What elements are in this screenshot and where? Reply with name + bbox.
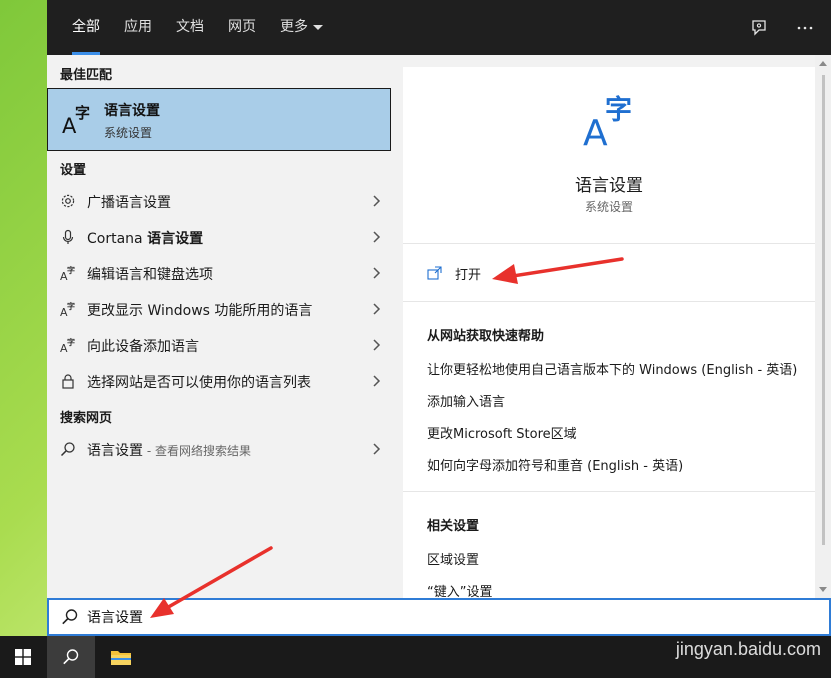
open-external-icon — [427, 266, 442, 280]
gear-icon — [59, 192, 77, 210]
search-top-bar: 全部 应用 文档 网页 更多 — [47, 0, 831, 55]
results-scrollbar[interactable] — [815, 55, 831, 598]
divider — [403, 491, 815, 492]
search-input[interactable] — [87, 606, 687, 628]
help-link[interactable]: 添加输入语言 — [427, 391, 505, 410]
windows-logo-icon — [15, 649, 31, 665]
detail-title: 语言设置 — [575, 176, 643, 196]
tab-label: 文档 — [176, 19, 204, 35]
language-icon: A字 — [59, 300, 77, 318]
folder-icon — [111, 651, 131, 665]
settings-item-broadcast-language[interactable]: 广播语言设置 — [47, 183, 383, 219]
settings-item-label: 编辑语言和键盘选项 — [87, 267, 213, 283]
search-icon — [63, 649, 79, 665]
web-search-header: 搜索网页 — [60, 411, 113, 426]
settings-item-edit-language-keyboard[interactable]: A字 编辑语言和键盘选项 — [47, 255, 383, 291]
help-link[interactable]: 让你更轻松地使用自己语言版本下的 Windows (English - 英语) — [427, 359, 797, 378]
open-label: 打开 — [455, 267, 482, 283]
language-icon: A字 — [59, 336, 77, 354]
feedback-icon[interactable] — [749, 18, 769, 38]
best-match-header: 最佳匹配 — [60, 68, 113, 83]
scroll-down-icon[interactable] — [819, 587, 827, 592]
svg-text:字: 字 — [67, 301, 75, 311]
divider — [403, 243, 815, 244]
detail-subtitle: 系统设置 — [584, 200, 633, 214]
divider — [403, 301, 815, 302]
best-match-subtitle: 系统设置 — [104, 126, 153, 140]
start-search-panel: 全部 应用 文档 网页 更多 最佳匹配 A字 语言设置 系统设置 设置 广播语言… — [47, 0, 831, 636]
tab-label: 更多 — [280, 19, 308, 35]
related-link-region[interactable]: 区域设置 — [427, 549, 479, 568]
tab-documents[interactable]: 文档 — [164, 0, 216, 55]
tab-label: 应用 — [124, 19, 152, 35]
detail-pane: A字 语言设置 系统设置 打开 从网站获取快速帮助 让你更轻松地使用自己语言版本… — [403, 67, 815, 598]
svg-text:字: 字 — [605, 94, 632, 126]
web-search-query: 语言设置 — [87, 443, 143, 459]
web-search-item[interactable]: 语言设置 - 查看网络搜索结果 — [47, 431, 383, 467]
search-tabs: 全部 应用 文档 网页 更多 — [60, 0, 335, 55]
help-link[interactable]: 更改Microsoft Store区域 — [427, 423, 577, 442]
chevron-right-icon — [373, 339, 381, 351]
chevron-right-icon — [373, 231, 381, 243]
settings-item-cortana-language[interactable]: Cortana 语言设置 — [47, 219, 383, 255]
settings-item-label: 更改显示 Windows 功能所用的语言 — [87, 303, 313, 319]
tab-web[interactable]: 网页 — [216, 0, 268, 55]
language-icon: A字 — [61, 101, 95, 138]
settings-item-label: Cortana 语言设置 — [87, 228, 203, 248]
tab-label: 全部 — [72, 19, 100, 35]
file-explorer-button[interactable] — [97, 636, 145, 678]
scroll-up-icon[interactable] — [819, 61, 827, 66]
microphone-icon — [59, 228, 77, 246]
chevron-right-icon — [373, 375, 381, 387]
svg-text:字: 字 — [75, 104, 90, 122]
cortana-bold-label: 语言设置 — [147, 231, 204, 247]
chevron-right-icon — [373, 195, 381, 207]
help-link[interactable]: 如何向字母添加符号和重音 (English - 英语) — [427, 455, 683, 474]
start-button[interactable] — [0, 636, 46, 678]
help-header: 从网站获取快速帮助 — [427, 329, 545, 344]
chevron-right-icon — [373, 443, 381, 455]
settings-item-label: 广播语言设置 — [87, 195, 171, 211]
lock-icon — [59, 372, 77, 390]
chevron-right-icon — [373, 303, 381, 315]
search-icon — [62, 609, 78, 625]
related-settings-header: 相关设置 — [427, 519, 480, 534]
settings-item-add-language[interactable]: A字 向此设备添加语言 — [47, 327, 383, 363]
results-list: 最佳匹配 A字 语言设置 系统设置 设置 广播语言设置 Cortana 语言设置 — [47, 55, 403, 598]
best-match-title: 语言设置 — [104, 103, 160, 119]
caret-down-icon — [313, 24, 323, 30]
more-options-icon[interactable] — [795, 18, 815, 38]
svg-text:字: 字 — [67, 337, 75, 347]
search-icon — [59, 440, 77, 458]
top-bar-actions — [749, 0, 815, 55]
language-icon: A字 — [583, 91, 639, 154]
best-match-item[interactable]: A字 语言设置 系统设置 — [47, 88, 391, 151]
related-link-typing[interactable]: “键入”设置 — [427, 581, 492, 598]
web-search-hint: - 查看网络搜索结果 — [143, 444, 251, 458]
scroll-thumb[interactable] — [822, 75, 825, 545]
baidu-watermark-logo: Baidu经验 — [643, 600, 777, 631]
settings-item-label: 选择网站是否可以使用你的语言列表 — [87, 375, 311, 391]
settings-header: 设置 — [60, 163, 87, 178]
baidu-watermark-url: jingyan.baidu.com — [675, 639, 821, 659]
tab-all[interactable]: 全部 — [60, 0, 112, 55]
cortana-prefix: Cortana — [87, 231, 148, 247]
web-search-label: 语言设置 - 查看网络搜索结果 — [87, 440, 251, 460]
open-button[interactable]: 打开 — [427, 262, 481, 284]
language-icon: A字 — [59, 264, 77, 282]
taskbar-search-button[interactable] — [47, 636, 95, 678]
settings-item-website-language-list[interactable]: 选择网站是否可以使用你的语言列表 — [47, 363, 383, 399]
svg-text:字: 字 — [67, 265, 75, 275]
tab-apps[interactable]: 应用 — [112, 0, 164, 55]
settings-item-display-language[interactable]: A字 更改显示 Windows 功能所用的语言 — [47, 291, 383, 327]
tab-more[interactable]: 更多 — [268, 0, 335, 55]
tab-label: 网页 — [228, 19, 256, 35]
settings-item-label: 向此设备添加语言 — [87, 339, 199, 355]
chevron-right-icon — [373, 267, 381, 279]
